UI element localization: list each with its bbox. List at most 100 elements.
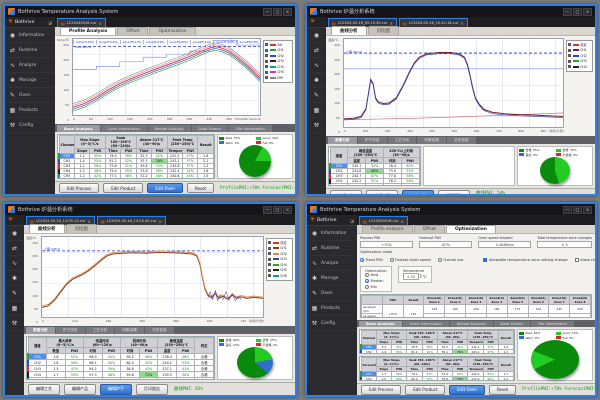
field-value[interactable]: -87% xyxy=(419,241,472,248)
profile-chart[interactable]: zone1T(150)zone2T(160)zone3T(175)zone4T(… xyxy=(72,38,261,116)
legend-checkbox[interactable] xyxy=(268,263,271,266)
close-tab-icon[interactable]: × xyxy=(400,219,403,224)
sidebar-item[interactable]: ⇄ Runtime xyxy=(5,241,24,256)
field-value[interactable]: 0.3048m/s xyxy=(478,241,531,248)
legend-checkbox[interactable] xyxy=(265,60,268,63)
legend-checkbox[interactable] xyxy=(268,258,271,261)
title-bar[interactable]: Bothrive 炉温分析系统 —□× xyxy=(307,6,595,17)
action-button[interactable]: 编辑炉子 xyxy=(402,190,434,194)
view-tab[interactable]: 对比图 xyxy=(66,224,97,233)
legend-checkbox[interactable] xyxy=(568,49,571,52)
legend-item[interactable]: CH6 xyxy=(268,273,291,279)
radio-icon[interactable] xyxy=(390,258,394,262)
action-button[interactable]: Edit Oven xyxy=(147,183,183,193)
legend-checkbox[interactable] xyxy=(265,65,268,68)
sidebar-item[interactable]: ▦ Products xyxy=(307,301,357,316)
sidebar-item[interactable]: ✱ Manage xyxy=(307,271,357,286)
legend-checkbox[interactable] xyxy=(268,252,271,255)
sidebar-item[interactable]: ▦ Products xyxy=(5,301,24,316)
legend-item[interactable]: CH4 xyxy=(568,64,591,70)
title-bar[interactable]: Bothrive Temperature Analysis System —□× xyxy=(5,6,295,17)
sidebar-header[interactable]: ✳ xyxy=(5,215,24,226)
window-control-button[interactable]: × xyxy=(583,8,592,16)
sidebar-item[interactable]: ✱ Manage xyxy=(5,271,24,286)
profile-chart[interactable]: 上限:248.0 xyxy=(41,236,264,318)
close-tab-icon[interactable]: × xyxy=(390,21,393,26)
window-control-button[interactable]: — xyxy=(563,206,572,214)
sidebar-item[interactable]: ▦ Products xyxy=(307,103,326,118)
document-tab[interactable]: ▤ LC20240516.cur × xyxy=(359,216,408,225)
view-tab[interactable]: 对比图 xyxy=(368,26,399,35)
action-button[interactable]: 编辑工艺 xyxy=(28,384,60,395)
legend-checkbox[interactable] xyxy=(268,274,271,277)
temperature-value[interactable]: ± 25 xyxy=(403,273,419,280)
sidebar-item[interactable]: ⇄ Runtime xyxy=(307,43,326,58)
document-tab[interactable]: ▤ LC2024.05.16_14.20.45.cur × xyxy=(97,216,166,225)
sidebar-header[interactable]: ✳ Bothrive ◪ xyxy=(307,215,357,226)
section-tab[interactable]: 判断结果 xyxy=(417,137,446,144)
checkbox-icon[interactable] xyxy=(483,258,487,262)
pin-icon[interactable]: ◪ xyxy=(48,20,52,25)
legend-checkbox[interactable] xyxy=(265,49,268,52)
sidebar-header[interactable]: ✳ xyxy=(307,17,326,28)
sidebar-item[interactable]: ⚒ Config xyxy=(307,118,326,133)
legend-checkbox[interactable] xyxy=(268,269,271,272)
title-bar[interactable]: Bothrive 炉温分析系统 —□× xyxy=(5,204,295,215)
action-button[interactable]: 编辑产品 xyxy=(366,190,398,194)
action-button[interactable]: Edit Process xyxy=(361,385,401,395)
field-value[interactable]: ± 5 xyxy=(537,241,592,248)
legend-checkbox[interactable] xyxy=(568,60,571,63)
sidebar-item[interactable]: ◉ Information xyxy=(5,226,24,241)
window-control-button[interactable]: — xyxy=(263,8,272,16)
section-tab[interactable]: 工艺分析 xyxy=(388,137,417,144)
window-control-button[interactable]: × xyxy=(283,8,292,16)
section-tab[interactable]: 表面分析 xyxy=(328,137,357,144)
section-tab[interactable]: 炉子信息 xyxy=(358,137,387,144)
radio-icon[interactable] xyxy=(365,273,369,277)
window-control-button[interactable]: × xyxy=(583,206,592,214)
window-control-button[interactable]: — xyxy=(563,8,572,16)
window-control-button[interactable]: × xyxy=(283,206,292,214)
radio-icon[interactable] xyxy=(365,279,369,283)
action-button[interactable]: Reset xyxy=(187,183,214,193)
radio-icon[interactable] xyxy=(360,258,364,262)
window-control-button[interactable]: □ xyxy=(573,206,582,214)
window-control-button[interactable]: □ xyxy=(273,8,282,16)
sidebar-item[interactable]: ⚒ Config xyxy=(5,118,55,133)
view-tab[interactable]: 曲线分析 xyxy=(331,26,367,35)
sidebar-item[interactable]: ◉ Information xyxy=(307,226,357,241)
sidebar-header[interactable]: ✳ Bothrive ◪ xyxy=(5,17,55,28)
radio-option[interactable]: Overall low xyxy=(438,258,464,262)
view-tab[interactable]: Offset xyxy=(414,225,445,233)
view-tab[interactable]: Profile Analysis xyxy=(60,27,116,35)
radio-option[interactable]: Fixed PWI xyxy=(360,258,383,262)
profile-chart[interactable]: 上限:252.0 xyxy=(343,38,564,128)
title-bar[interactable]: Bothrive Temperature Analysis System —□× xyxy=(307,204,595,215)
checkbox-option[interactable]: Allow chain speed change xyxy=(575,258,595,262)
section-tab[interactable]: 工艺分析 xyxy=(86,327,115,334)
document-tab[interactable]: ▤ LC2024.05.16_10.42.18.cur × xyxy=(399,18,468,27)
legend-checkbox[interactable] xyxy=(265,43,268,46)
close-tab-icon[interactable]: × xyxy=(98,21,101,26)
action-button[interactable]: Edit Process xyxy=(59,183,99,193)
sidebar-item[interactable]: ⚒ Config xyxy=(5,316,24,331)
action-button[interactable]: Reset xyxy=(489,385,516,395)
action-button[interactable]: 编辑产品 xyxy=(64,384,96,395)
window-control-button[interactable]: □ xyxy=(273,206,282,214)
document-tab[interactable]: ▤ LC20240516.cur × xyxy=(57,18,106,27)
close-tab-icon[interactable]: × xyxy=(88,219,91,224)
section-tab[interactable]: 炉子信息 xyxy=(56,327,85,334)
view-tab[interactable]: Optimization xyxy=(446,225,496,233)
field-value[interactable]: +70% xyxy=(360,241,413,248)
section-tab[interactable]: Base Analysis xyxy=(57,125,100,132)
radio-icon[interactable] xyxy=(365,285,369,289)
window-control-button[interactable]: □ xyxy=(573,8,582,16)
action-button[interactable]: 编辑炉子 xyxy=(100,384,132,395)
legend-checkbox[interactable] xyxy=(268,247,271,250)
legend-checkbox[interactable] xyxy=(265,54,268,57)
sidebar-item[interactable]: ✱ Manage xyxy=(307,73,326,88)
section-tab[interactable]: 判断结果 xyxy=(115,327,144,334)
checkbox-option[interactable]: Allowable temperature zone setting chang… xyxy=(483,258,567,262)
section-tab[interactable]: File Information xyxy=(229,125,272,132)
action-button[interactable]: 打印报告 xyxy=(438,190,470,194)
